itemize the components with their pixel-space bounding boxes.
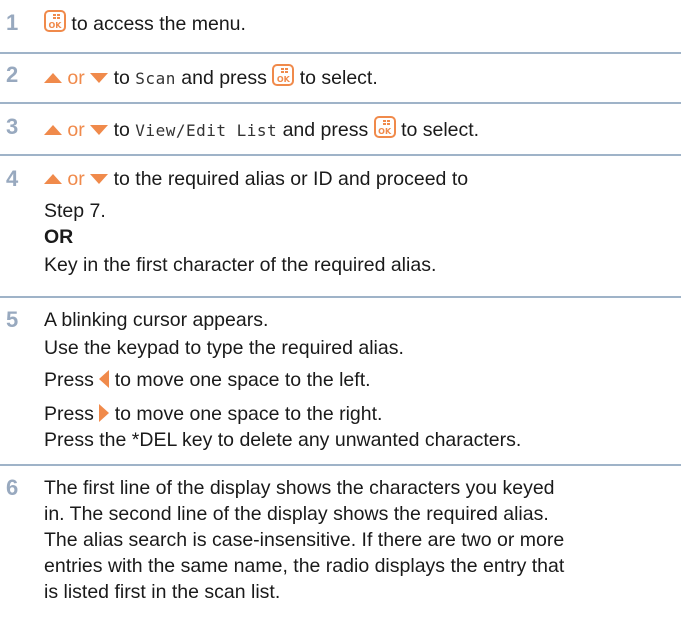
step-text: in. The second line of the display shows… bbox=[44, 503, 549, 525]
up-arrow-icon bbox=[44, 125, 62, 135]
step-4: 4 or to the required alias or ID and pro… bbox=[0, 154, 681, 298]
or-word: or bbox=[67, 67, 85, 89]
step-6: 6 The first line of the display shows th… bbox=[0, 464, 681, 638]
step-text: to the required alias or ID and proceed … bbox=[113, 168, 469, 190]
step-text: Step 7. bbox=[44, 200, 106, 222]
step-text: A blinking cursor appears. bbox=[44, 309, 269, 331]
step-5: 5 A blinking cursor appears. Use the key… bbox=[0, 296, 681, 466]
step-number: 1 bbox=[6, 10, 19, 35]
menu-item-view-edit-list: View/Edit List bbox=[135, 121, 278, 140]
step-text: The first line of the display shows the … bbox=[44, 477, 555, 499]
step-number: 4 bbox=[6, 166, 19, 191]
menu-item-scan: Scan bbox=[135, 69, 176, 88]
right-arrow-icon bbox=[99, 404, 110, 422]
menu-ok-key-icon: OK bbox=[44, 10, 66, 32]
step-number: 3 bbox=[6, 114, 19, 139]
menu-ok-key-icon: OK bbox=[373, 116, 396, 138]
step-text: Use the keypad to type the required alia… bbox=[44, 337, 404, 359]
up-arrow-icon bbox=[44, 174, 62, 184]
step-text: Press the *DEL key to delete any unwante… bbox=[44, 429, 522, 451]
step-2: 2 or to Scan and press OK to select. bbox=[0, 52, 681, 104]
step-3: 3 or to View/Edit List and press OK to s… bbox=[0, 102, 681, 156]
down-arrow-icon bbox=[90, 174, 109, 184]
step-text: Key in the first character of the requir… bbox=[44, 254, 437, 276]
step-text: is listed first in the scan list. bbox=[44, 581, 281, 603]
up-arrow-icon bbox=[44, 73, 62, 83]
left-arrow-icon bbox=[99, 370, 110, 388]
or-word: or bbox=[67, 119, 85, 141]
down-arrow-icon bbox=[90, 73, 109, 83]
menu-ok-key-icon: OK bbox=[272, 64, 295, 86]
step-number: 6 bbox=[6, 475, 19, 500]
or-label: OR bbox=[44, 226, 74, 248]
step-number: 5 bbox=[6, 307, 19, 332]
step-text: The alias search is case-insensitive. If… bbox=[44, 529, 565, 551]
step-text: to access the menu. bbox=[71, 13, 246, 35]
step-number: 2 bbox=[6, 62, 19, 87]
step-1: 1 OK to access the menu. bbox=[0, 0, 681, 54]
or-word: or bbox=[67, 168, 85, 190]
step-text: entries with the same name, the radio di… bbox=[44, 555, 565, 577]
down-arrow-icon bbox=[90, 125, 109, 135]
